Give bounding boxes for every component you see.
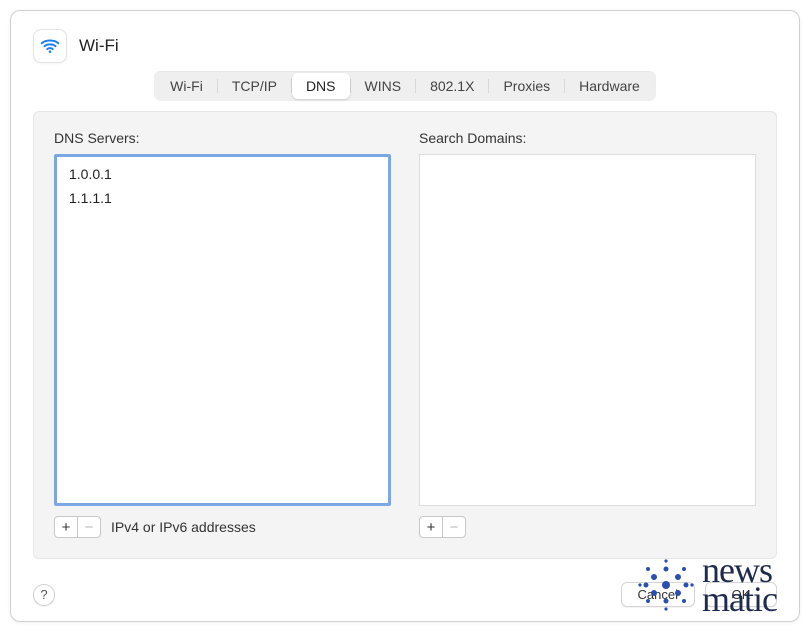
- dns-controls-row: + − IPv4 or IPv6 addresses: [54, 516, 391, 538]
- plus-icon: +: [427, 520, 436, 535]
- network-settings-window: Wi-Fi Wi-Fi TCP/IP DNS WINS 802.1X Proxi…: [10, 10, 800, 622]
- header: Wi-Fi: [11, 11, 799, 71]
- search-domains-controls-row: + −: [419, 516, 756, 538]
- list-item[interactable]: 1.1.1.1: [65, 187, 380, 211]
- search-domains-list[interactable]: [419, 154, 756, 506]
- page-title: Wi-Fi: [79, 36, 119, 56]
- tab-bar-wrap: Wi-Fi TCP/IP DNS WINS 802.1X Proxies Har…: [11, 71, 799, 101]
- remove-search-domain-button[interactable]: −: [442, 516, 466, 538]
- search-domains-label: Search Domains:: [419, 130, 756, 146]
- search-domains-add-remove-group: + −: [419, 516, 466, 538]
- tab-dns[interactable]: DNS: [292, 73, 350, 99]
- tab-wifi[interactable]: Wi-Fi: [156, 73, 217, 99]
- plus-icon: +: [62, 520, 71, 535]
- tab-8021x[interactable]: 802.1X: [416, 73, 488, 99]
- dns-hint: IPv4 or IPv6 addresses: [111, 519, 256, 535]
- footer: ? Cancel OK: [33, 582, 777, 607]
- tab-wins[interactable]: WINS: [351, 73, 416, 99]
- help-button[interactable]: ?: [33, 584, 55, 606]
- content-panel: DNS Servers: 1.0.0.1 1.1.1.1 + − IPv4 or…: [33, 111, 777, 559]
- dns-servers-label: DNS Servers:: [54, 130, 391, 146]
- tab-tcpip[interactable]: TCP/IP: [218, 73, 291, 99]
- remove-dns-button[interactable]: −: [77, 516, 101, 538]
- add-search-domain-button[interactable]: +: [419, 516, 443, 538]
- tab-hardware[interactable]: Hardware: [565, 73, 654, 99]
- dns-add-remove-group: + −: [54, 516, 101, 538]
- dns-servers-list[interactable]: 1.0.0.1 1.1.1.1: [54, 154, 391, 506]
- minus-icon: −: [85, 520, 94, 535]
- search-domains-column: Search Domains: + −: [419, 130, 756, 538]
- minus-icon: −: [450, 520, 459, 535]
- help-icon: ?: [40, 587, 47, 602]
- tab-proxies[interactable]: Proxies: [489, 73, 564, 99]
- ok-button[interactable]: OK: [705, 582, 777, 607]
- action-buttons: Cancel OK: [621, 582, 777, 607]
- tab-bar: Wi-Fi TCP/IP DNS WINS 802.1X Proxies Har…: [154, 71, 656, 101]
- dns-servers-column: DNS Servers: 1.0.0.1 1.1.1.1 + − IPv4 or…: [54, 130, 391, 538]
- list-item[interactable]: 1.0.0.1: [65, 163, 380, 187]
- add-dns-button[interactable]: +: [54, 516, 78, 538]
- wifi-icon: [33, 29, 67, 63]
- cancel-button[interactable]: Cancel: [621, 582, 695, 607]
